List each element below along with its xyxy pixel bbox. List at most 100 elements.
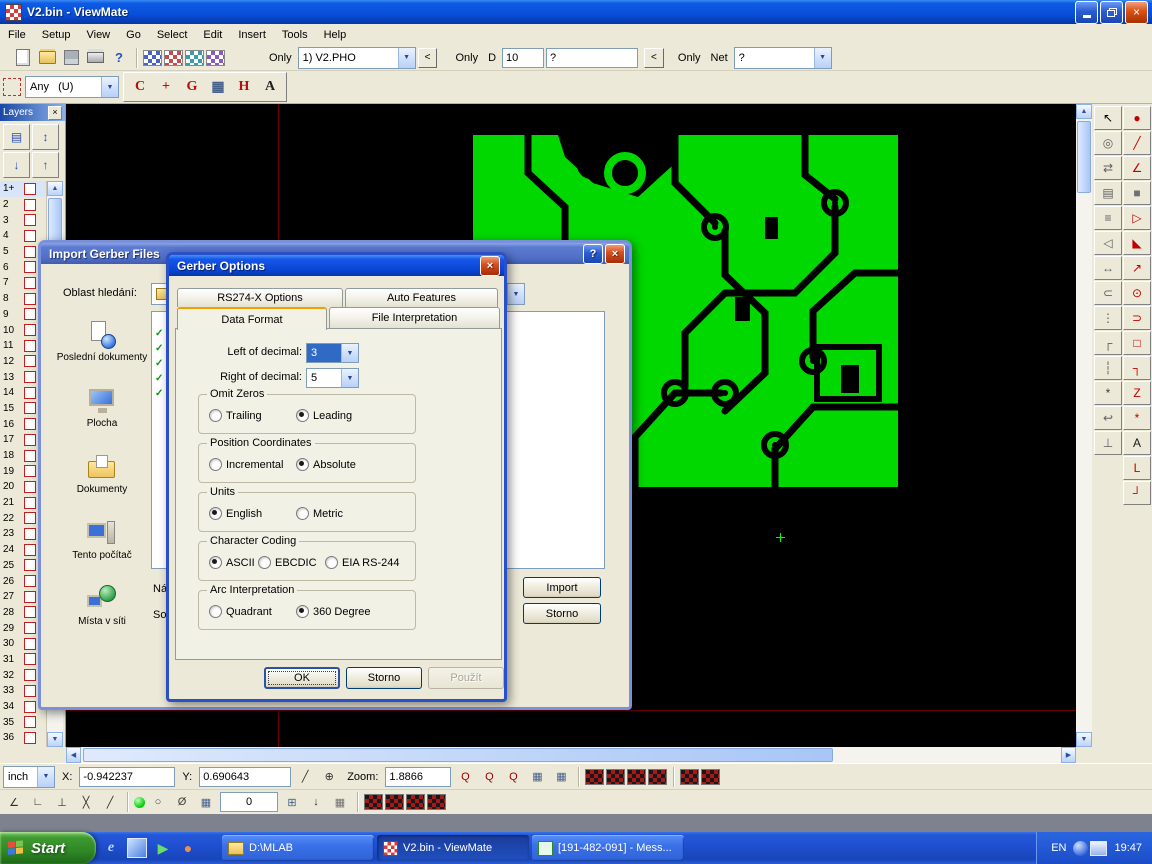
layer-color-swatch[interactable]	[24, 183, 36, 195]
layers-close-icon[interactable]: ×	[48, 106, 62, 120]
zoom-query-icon[interactable]: Q	[454, 766, 476, 788]
layer-color-swatch[interactable]	[24, 638, 36, 650]
layer-color-swatch[interactable]	[24, 387, 36, 399]
layer-up-icon[interactable]: ↑	[32, 152, 59, 178]
letter-a-tool-icon[interactable]: A	[258, 75, 282, 99]
layer-color-swatch[interactable]	[24, 371, 36, 383]
layer-color-swatch[interactable]	[24, 402, 36, 414]
layer-color-swatch[interactable]	[24, 261, 36, 273]
layer-row-1+[interactable]: 1+	[0, 181, 46, 197]
cancel-button[interactable]: Storno	[346, 667, 422, 689]
origin-target-icon[interactable]: ⊕	[318, 766, 340, 788]
l-trace-tool-icon[interactable]: L	[1123, 456, 1151, 480]
circle-tool-icon[interactable]: ⊙	[1123, 281, 1151, 305]
select-pointer-icon[interactable]: ↖	[1094, 106, 1122, 130]
gerber-dialog-titlebar[interactable]: Gerber Options ×	[169, 255, 504, 276]
scroll-down-icon[interactable]: ▼	[1076, 732, 1092, 747]
apply-button[interactable]: Použít	[428, 667, 504, 689]
menu-edit[interactable]: Edit	[195, 26, 230, 44]
menu-select[interactable]: Select	[149, 26, 196, 44]
layer-color-swatch[interactable]	[24, 246, 36, 258]
step-repeat-icon[interactable]: ⋮	[1094, 306, 1122, 330]
settings-tool-icon[interactable]: *	[1094, 381, 1122, 405]
scroll-thumb[interactable]	[48, 198, 62, 244]
zoom-fit-icon[interactable]: Q	[502, 766, 524, 788]
scroll-down-icon[interactable]: ▼	[47, 732, 63, 747]
hatch-tool-icon[interactable]: ≡	[1094, 206, 1122, 230]
menu-help[interactable]: Help	[316, 26, 355, 44]
measure-perp-icon[interactable]: ⊥	[51, 791, 73, 813]
quicklaunch-ie-icon[interactable]: e	[102, 839, 120, 857]
radio-eia-rs244[interactable]: EIA RS-244	[325, 556, 399, 569]
radio-ebcdic[interactable]: EBCDIC	[258, 556, 317, 569]
clock[interactable]: 19:47	[1114, 842, 1142, 854]
dcode-value-field[interactable]: 10	[502, 48, 544, 68]
selection-mode-select[interactable]: Any (U) ▼	[25, 76, 119, 98]
layer-color-swatch[interactable]	[24, 528, 36, 540]
snap-grid-icon[interactable]: ⊞	[281, 791, 303, 813]
layer-row-2[interactable]: 2	[0, 197, 46, 213]
pad-tool-icon[interactable]: ●	[1123, 106, 1151, 130]
mirror-tool-icon[interactable]: ◁	[1094, 231, 1122, 255]
zoom-window-icon[interactable]: Q	[478, 766, 500, 788]
zoom-value-field[interactable]: 1.8866	[385, 767, 451, 787]
layer-color-swatch[interactable]	[24, 340, 36, 352]
film-pattern-icon[interactable]	[627, 769, 646, 785]
open-file-icon[interactable]	[36, 47, 58, 69]
taskbar-task[interactable]: V2.bin - ViewMate	[377, 835, 529, 861]
layer-color-swatch[interactable]	[24, 450, 36, 462]
j-trace-tool-icon[interactable]: ┘	[1123, 481, 1151, 505]
layer-color-swatch[interactable]	[24, 434, 36, 446]
restore-button[interactable]	[1100, 1, 1123, 24]
context-help-icon[interactable]: ?	[108, 47, 130, 69]
layer-color-swatch[interactable]	[24, 701, 36, 713]
y-coordinate-field[interactable]: 0.690643	[199, 767, 291, 787]
language-indicator[interactable]: EN	[1051, 842, 1066, 854]
corner-trace-icon[interactable]: ┐	[1123, 356, 1151, 380]
layer-color-swatch[interactable]	[24, 355, 36, 367]
letter-c-tool-icon[interactable]: C	[128, 75, 152, 99]
taskbar-task[interactable]: D:\MLAB	[222, 835, 374, 861]
quicklaunch-green-icon[interactable]: ▶	[154, 839, 172, 857]
circle-slash-icon[interactable]: Ø	[171, 791, 193, 813]
menu-tools[interactable]: Tools	[274, 26, 316, 44]
canvas-hscrollbar[interactable]: ◀ ▶	[66, 747, 1076, 763]
measure-diagonal-icon[interactable]: ╱	[99, 791, 121, 813]
radio-metric[interactable]: Metric	[296, 507, 343, 520]
status-ready-icon[interactable]	[134, 797, 145, 808]
layer-color-swatch[interactable]	[24, 575, 36, 587]
close-button[interactable]: ×	[605, 244, 625, 264]
arc-gray-tool-icon[interactable]: ⊂	[1094, 281, 1122, 305]
layer-color-swatch[interactable]	[24, 497, 36, 509]
layer-row-35[interactable]: 35	[0, 714, 46, 730]
polyline-tool-icon[interactable]: ∠	[1123, 156, 1151, 180]
layer-color-swatch[interactable]	[24, 716, 36, 728]
vector-tool-icon[interactable]: ↗	[1123, 256, 1151, 280]
save-file-icon[interactable]	[60, 47, 82, 69]
tray-keyboard-icon[interactable]	[1090, 841, 1107, 856]
active-layer-select[interactable]: 1) V2.PHO ▼	[298, 47, 416, 69]
layer-color-swatch[interactable]	[24, 230, 36, 242]
grid-value-field[interactable]: 0	[220, 792, 278, 812]
polygon-tool-icon[interactable]: ▷	[1123, 206, 1151, 230]
dropdown-arrow-icon[interactable]: ▼	[37, 767, 54, 787]
radio-leading[interactable]: Leading	[296, 409, 352, 422]
snap-arrow-icon[interactable]: ↓	[305, 791, 327, 813]
film-pattern-icon[interactable]	[364, 794, 383, 810]
window-grid-icon[interactable]: ▦	[195, 791, 217, 813]
corner-gray-icon[interactable]: ┌	[1094, 331, 1122, 355]
swap-tool-icon[interactable]: ⇄	[1094, 156, 1122, 180]
layer-color-swatch[interactable]	[24, 591, 36, 603]
layer-color-swatch[interactable]	[24, 465, 36, 477]
dot-grid-icon[interactable]: ▦	[329, 791, 351, 813]
radio-english[interactable]: English	[209, 507, 262, 520]
dropdown-arrow-icon[interactable]: ▼	[101, 77, 118, 97]
select-circle-icon[interactable]: ◎	[1094, 131, 1122, 155]
layer-color-swatch[interactable]	[24, 308, 36, 320]
close-button[interactable]: ×	[480, 256, 500, 276]
layer-color-swatch[interactable]	[24, 559, 36, 571]
tab-rs274x-options[interactable]: RS274-X Options	[177, 288, 343, 307]
selection-box-icon[interactable]	[3, 78, 21, 96]
canvas-vscrollbar[interactable]: ▲ ▼	[1076, 104, 1092, 747]
prev-layer-button[interactable]: <	[418, 48, 438, 68]
